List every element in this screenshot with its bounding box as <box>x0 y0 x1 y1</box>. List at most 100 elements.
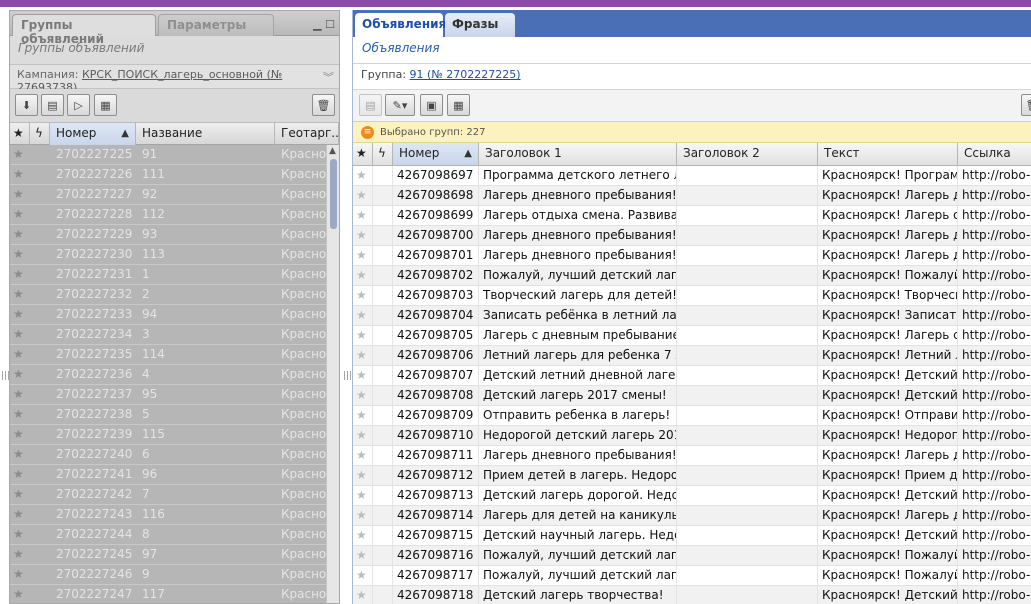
table-row[interactable]: ★ 4267098699Лагерь отдыха смена. Развиваю… <box>353 206 1031 226</box>
table-row[interactable]: ★ 4267098701 Лагерь дневного пребывания! Кр… <box>353 246 1031 266</box>
table-row[interactable]: ★ 4267098718 Детский лагерь творчества! Кра… <box>353 586 1031 604</box>
table-row[interactable]: ★ 4267098710 Недорогой детский лагерь 2017… <box>353 426 1031 446</box>
new-document-icon[interactable]: ▤ <box>359 94 382 116</box>
table-icon[interactable]: ▦ <box>94 94 117 116</box>
table-row[interactable]: ★ 4267098714 Лагерь для детей на каникулы!… <box>353 506 1031 526</box>
star-icon[interactable]: ★ <box>10 545 30 564</box>
table-row[interactable]: ★ 2702227228 112 Красноя <box>10 205 326 225</box>
star-icon[interactable]: ★ <box>353 186 373 205</box>
star-icon[interactable]: ★ <box>353 206 373 225</box>
table-row[interactable]: ★ 4267098715 Детский научный лагерь. Недор… <box>353 526 1031 546</box>
minimize-icon[interactable]: ▁ <box>313 18 321 31</box>
table-row[interactable]: ★ 4267098705 Лагерь с дневным пребыванием!… <box>353 326 1031 346</box>
table-row[interactable]: ★ 2702227238 5 Красноя <box>10 405 326 425</box>
table-row[interactable]: ★ 2702227233 94 Красноя <box>10 305 326 325</box>
star-icon[interactable]: ★ <box>10 405 30 424</box>
table-row[interactable]: ★ 2702227241 96 Красноя <box>10 465 326 485</box>
star-icon[interactable]: ★ <box>10 185 30 204</box>
star-icon[interactable]: ★ <box>10 165 30 184</box>
star-icon[interactable]: ★ <box>10 245 30 264</box>
column-header-title1[interactable]: Заголовок 1 <box>479 143 677 165</box>
star-icon[interactable]: ★ <box>353 166 373 185</box>
table-row[interactable]: ★ 2702227231 1 Красноя <box>10 265 326 285</box>
star-icon[interactable]: ★ <box>10 145 30 164</box>
star-icon[interactable]: ★ <box>353 486 373 505</box>
run-icon[interactable]: ▷ <box>67 94 90 116</box>
star-icon[interactable]: ★ <box>353 366 373 385</box>
tab-phrases[interactable]: Фразы <box>445 13 515 37</box>
star-icon[interactable]: ★ <box>10 585 30 603</box>
column-header-geo[interactable]: Геотарг... <box>275 123 339 145</box>
star-column-icon[interactable]: ★ <box>10 123 30 145</box>
new-document-icon[interactable]: ▤ <box>41 94 64 116</box>
star-icon[interactable]: ★ <box>10 285 30 304</box>
star-icon[interactable]: ★ <box>10 325 30 344</box>
column-header-text[interactable]: Текст <box>818 143 958 165</box>
trash-icon[interactable]: 🗑 <box>1021 94 1031 116</box>
star-icon[interactable]: ★ <box>353 506 373 525</box>
table-row[interactable]: ★ 2702227229 93 Красноя <box>10 225 326 245</box>
edit-dropdown-icon[interactable]: ✎▾ <box>385 94 415 116</box>
star-icon[interactable]: ★ <box>10 265 30 284</box>
table-row[interactable]: ★ 2702227225 91 Красноя <box>10 145 326 165</box>
star-icon[interactable]: ★ <box>353 586 373 604</box>
star-icon[interactable]: ★ <box>10 305 30 324</box>
lightning-column-icon[interactable]: ϟ <box>30 123 50 145</box>
star-icon[interactable]: ★ <box>353 426 373 445</box>
star-icon[interactable]: ★ <box>353 566 373 585</box>
star-icon[interactable]: ★ <box>353 466 373 485</box>
star-icon[interactable]: ★ <box>10 565 30 584</box>
tab-parameters[interactable]: Параметры <box>158 14 274 36</box>
column-header-number[interactable]: Номер ▲ <box>50 123 136 145</box>
table-row[interactable]: ★ 4267098713Детский лагерь дорогой. Недор… <box>353 486 1031 506</box>
star-icon[interactable]: ★ <box>353 306 373 325</box>
table-row[interactable]: ★ 2702227245 97 Красноя <box>10 545 326 565</box>
star-icon[interactable]: ★ <box>10 525 30 544</box>
star-icon[interactable]: ★ <box>353 326 373 345</box>
table-row[interactable]: ★ 2702227246 9 Красноя <box>10 565 326 585</box>
table-row[interactable]: ★ 4267098708 Детский лагерь 2017 смены! Кра… <box>353 386 1031 406</box>
left-scrollbar[interactable]: ▲ <box>326 145 339 603</box>
table-row[interactable]: ★ 2702227234 3 Красноя <box>10 325 326 345</box>
table-row[interactable]: ★ 2702227247 117 Красноя <box>10 585 326 603</box>
table-row[interactable]: ★ 4267098712 Прием детей в лагерь. Недорог… <box>353 466 1031 486</box>
star-icon[interactable]: ★ <box>353 226 373 245</box>
table-row[interactable]: ★ 2702227240 6 Красноя <box>10 445 326 465</box>
star-icon[interactable]: ★ <box>10 225 30 244</box>
left-edge-splitter[interactable]: ||| <box>1 372 10 381</box>
table-row[interactable]: ★ 4267098716Пожалуй, лучший детский лагер… <box>353 546 1031 566</box>
star-icon[interactable]: ★ <box>353 346 373 365</box>
star-icon[interactable]: ★ <box>353 406 373 425</box>
trash-icon[interactable]: 🗑 <box>312 94 335 116</box>
table-row[interactable]: ★ 4267098706Летний лагерь для ребенка 7 л… <box>353 346 1031 366</box>
star-icon[interactable]: ★ <box>353 386 373 405</box>
scroll-up-icon[interactable]: ▲ <box>329 146 336 156</box>
table-row[interactable]: ★ 2702227243 116 Красноя <box>10 505 326 525</box>
table-row[interactable]: ★ 4267098711 Лагерь дневного пребывания! Кр… <box>353 446 1031 466</box>
star-icon[interactable]: ★ <box>10 485 30 504</box>
table-row[interactable]: ★ 2702227235 114 Красноя <box>10 345 326 365</box>
column-header-name[interactable]: Название <box>136 123 275 145</box>
table-row[interactable]: ★ 4267098703 Творческий лагерь для детей! К… <box>353 286 1031 306</box>
panel-splitter[interactable]: ||| <box>343 372 352 381</box>
star-column-icon[interactable]: ★ <box>353 143 373 165</box>
star-icon[interactable]: ★ <box>10 385 30 404</box>
table-row[interactable]: ★ 4267098698 Лагерь дневного пребывания! Кр… <box>353 186 1031 206</box>
star-icon[interactable]: ★ <box>353 266 373 285</box>
table-row[interactable]: ★ 4267098709 Отправить ребенка в лагерь! Кр… <box>353 406 1031 426</box>
table-row[interactable]: ★ 2702227227 92 Красноя <box>10 185 326 205</box>
table-row[interactable]: ★ 2702227237 95 Красноя <box>10 385 326 405</box>
column-header-link[interactable]: Ссылка <box>958 143 1031 165</box>
star-icon[interactable]: ★ <box>353 446 373 465</box>
table-row[interactable]: ★ 4267098707 Детский летний дневной лагерь… <box>353 366 1031 386</box>
scrollbar-thumb[interactable] <box>330 159 337 229</box>
table-icon[interactable]: ▦ <box>447 94 470 116</box>
star-icon[interactable]: ★ <box>10 425 30 444</box>
table-row[interactable]: ★ 2702227244 8 Красноя <box>10 525 326 545</box>
image-icon[interactable]: ▣ <box>420 94 443 116</box>
star-icon[interactable]: ★ <box>10 465 30 484</box>
collapse-icon[interactable]: ︾ <box>323 69 334 85</box>
table-row[interactable]: ★ 4267098697Программа детского летнего ла… <box>353 166 1031 186</box>
group-link[interactable]: 91 (№ 2702227225) <box>410 68 521 81</box>
star-icon[interactable]: ★ <box>353 286 373 305</box>
